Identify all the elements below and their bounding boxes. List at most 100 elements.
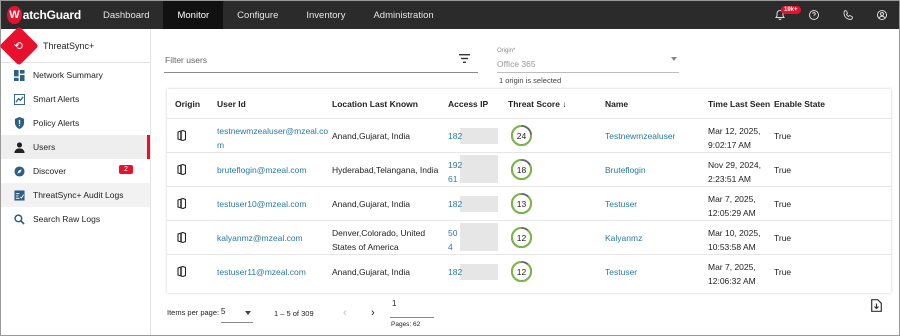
user-id-line-1: testnewmzealuser@mzeal.co: [217, 126, 329, 136]
column-header-threat-score[interactable]: Threat Score ↓: [508, 99, 567, 109]
sort-arrow-icon: ↓: [562, 99, 567, 109]
user-id-link[interactable]: kalyanmz@mzeal.com: [217, 231, 303, 245]
sidebar-item-label: Users: [33, 142, 56, 152]
smart-alerts-icon: [13, 93, 25, 105]
top-navigation-bar: W atchGuard Dashboard Monitor Configure …: [1, 1, 899, 29]
filter-users-placeholder: Filter users: [165, 55, 208, 65]
time-last-seen: Mar 12, 2025, 9:02:17 AM: [708, 124, 760, 152]
location-cell: Anand,Gujarat, India: [332, 129, 442, 143]
threat-score-gauge: 12: [510, 260, 533, 283]
audit-logs-icon: [13, 189, 25, 201]
watchguard-logo[interactable]: W atchGuard: [1, 1, 81, 29]
current-page-input[interactable]: 1: [392, 299, 396, 308]
sidebar-item-label: ThreatSync+ Audit Logs: [33, 190, 124, 200]
user-name-link[interactable]: Testnewmzealuser: [605, 129, 675, 143]
export-download-icon[interactable]: [871, 299, 882, 312]
sidebar-header[interactable]: ⟲ ThreatSync+: [0, 25, 150, 66]
access-ip-link[interactable]: 182: [448, 129, 462, 143]
search-icon: [13, 213, 25, 225]
time-last-seen: Mar 7, 2025, 12:05:29 AM: [708, 192, 756, 220]
user-name-link[interactable]: Kalyanmz: [605, 231, 642, 245]
account-button[interactable]: [865, 1, 899, 29]
access-ip-link[interactable]: 50 4: [448, 226, 457, 254]
user-id-line-1: testuser10@mzeal.com: [217, 199, 307, 209]
next-page-button[interactable]: ›: [371, 307, 375, 319]
threatsync-icon: ⟲: [0, 25, 39, 66]
table-row[interactable]: kalyanmz@mzeal.com Denver,Colorado, Unit…: [167, 220, 891, 254]
time-last-seen: Mar 7, 2025, 12:06:32 AM: [708, 260, 756, 288]
time-line-2: 10:53:58 AM: [708, 242, 756, 252]
sidebar-item-search-raw-logs[interactable]: Search Raw Logs: [1, 207, 150, 231]
table-row[interactable]: bruteflogin@mzeal.com Hyderabad,Telangan…: [167, 152, 891, 186]
access-ip-link[interactable]: 192 61: [448, 158, 462, 186]
total-pages: Pages: 62: [391, 321, 421, 328]
time-line-1: Mar 7, 2025,: [708, 262, 756, 272]
access-ip-link[interactable]: 182: [448, 197, 462, 211]
user-name-link[interactable]: Bruteflogin: [605, 163, 646, 177]
sidebar-item-users[interactable]: Users: [1, 135, 150, 159]
sidebar-item-label: Search Raw Logs: [33, 214, 101, 224]
column-header-name[interactable]: Name: [605, 99, 628, 109]
phone-icon: [843, 9, 853, 20]
table-row[interactable]: testnewmzealuser@mzeal.co m Anand,Gujarat…: [167, 118, 891, 152]
user-id-line-2: m: [217, 140, 225, 150]
nav-administration[interactable]: Administration: [359, 1, 447, 29]
threat-score-value: 18: [516, 164, 527, 175]
origin-selection-note: 1 origin is selected: [499, 76, 562, 85]
redacted-ip-block: [460, 155, 498, 183]
user-name-link[interactable]: Testuser: [605, 197, 637, 211]
access-ip-line-1: 192: [448, 160, 463, 170]
column-header-access-ip[interactable]: Access IP: [448, 99, 488, 109]
location-line-1: Hyderabad,Telangana, India: [332, 165, 439, 175]
discover-count-badge: 2: [119, 165, 133, 174]
user-name-link[interactable]: Testuser: [605, 265, 637, 279]
items-per-page-select[interactable]: 5: [221, 307, 253, 323]
compass-icon: [13, 165, 25, 177]
support-phone-button[interactable]: [831, 1, 865, 29]
column-header-enable-state[interactable]: Enable State: [774, 99, 825, 109]
access-ip-link[interactable]: 182: [448, 265, 462, 279]
enable-state: True: [774, 165, 792, 175]
threat-score-value: 24: [516, 130, 527, 141]
column-header-time-last-seen[interactable]: Time Last Seen: [708, 99, 770, 109]
notifications-button[interactable]: 19k+: [763, 1, 801, 29]
sidebar-item-smart-alerts[interactable]: Smart Alerts: [1, 87, 150, 111]
nav-inventory[interactable]: Inventory: [292, 1, 359, 29]
column-header-user-id[interactable]: User Id: [217, 99, 246, 109]
nav-dashboard[interactable]: Dashboard: [89, 1, 163, 29]
enable-state: True: [774, 233, 792, 243]
items-per-page-value: 5: [221, 307, 226, 316]
sidebar-item-audit-logs[interactable]: ThreatSync+ Audit Logs: [1, 183, 150, 207]
help-icon: [809, 10, 819, 20]
threat-score-gauge: 18: [510, 158, 533, 181]
filter-users-input[interactable]: Filter users: [164, 41, 478, 73]
threat-score-value: 12: [516, 232, 527, 243]
table-row[interactable]: testuser10@mzeal.com Anand,Gujarat, Indi…: [167, 186, 891, 220]
user-id-link[interactable]: bruteflogin@mzeal.com: [217, 163, 306, 177]
access-ip-line-1: 182: [448, 131, 463, 141]
location-cell: Anand,Gujarat, India: [332, 265, 442, 279]
sidebar-item-policy-alerts[interactable]: Policy Alerts: [1, 111, 150, 135]
origin-select[interactable]: Origin* Office 365: [497, 45, 679, 73]
user-id-line-1: testuser11@mzeal.com: [217, 267, 306, 277]
nav-configure[interactable]: Configure: [223, 1, 292, 29]
column-header-origin[interactable]: Origin: [175, 99, 200, 109]
user-id-link[interactable]: testnewmzealuser@mzeal.co m: [217, 124, 328, 152]
table-row[interactable]: testuser11@mzeal.com Anand,Gujarat, Indi…: [167, 254, 891, 288]
nav-monitor[interactable]: Monitor: [163, 1, 224, 29]
user-id-link[interactable]: testuser11@mzeal.com: [217, 265, 306, 279]
location-line-1: Denver,Colorado, United: [332, 228, 426, 238]
filter-icon[interactable]: [459, 54, 470, 63]
column-header-location[interactable]: Location Last Known: [332, 99, 418, 109]
user-id-link[interactable]: testuser10@mzeal.com: [217, 197, 306, 211]
enable-state: True: [774, 199, 792, 209]
items-per-page-label: Items per page:: [167, 308, 220, 317]
sidebar-item-network-summary[interactable]: Network Summary: [1, 63, 150, 87]
access-ip-line-2: 4: [448, 242, 453, 252]
redacted-ip-block: [460, 196, 498, 212]
help-button[interactable]: [797, 1, 831, 29]
sidebar-item-discover[interactable]: Discover 2: [1, 159, 150, 183]
shield-alert-icon: [13, 117, 25, 129]
chevron-down-icon: [671, 57, 677, 61]
previous-page-button[interactable]: ‹: [343, 307, 347, 319]
